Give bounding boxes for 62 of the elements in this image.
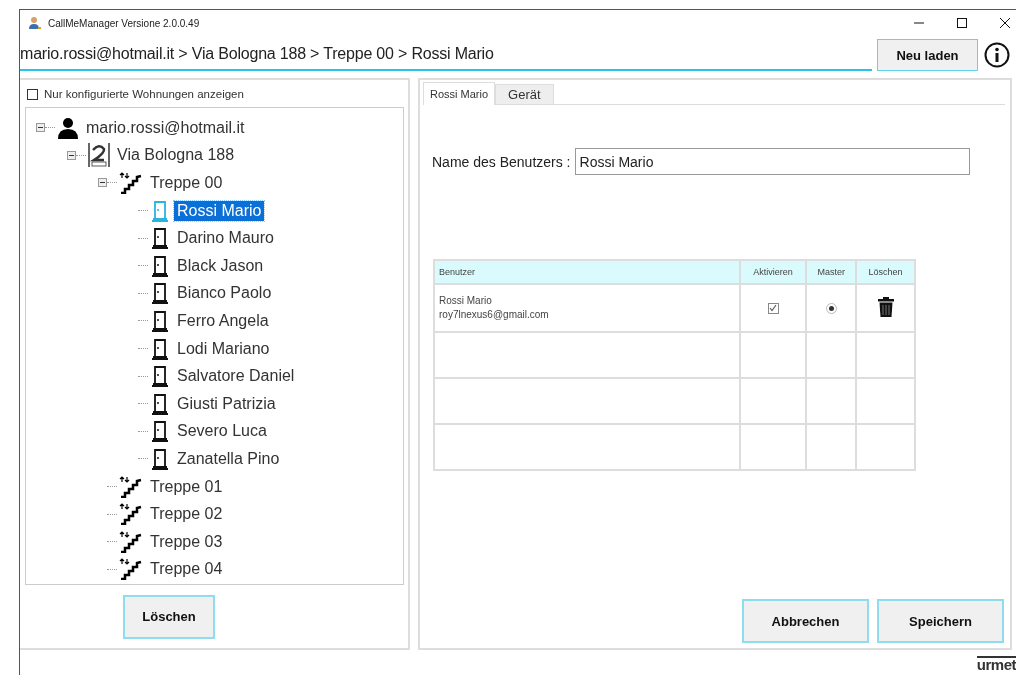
maximize-icon[interactable] [957, 18, 967, 28]
tree-item[interactable]: Ferro Angela [174, 310, 272, 331]
tree-item[interactable]: mario.rossi@hotmail.it [83, 117, 248, 138]
user-name: Rossi Mario [439, 294, 493, 308]
tab[interactable]: Gerät [495, 84, 554, 104]
delete-button[interactable]: Löschen [123, 594, 215, 639]
door-icon [150, 254, 170, 277]
stairs-icon [119, 503, 143, 526]
tree-item[interactable]: Salvatore Daniel [174, 366, 298, 387]
brand-logo: urmet [976, 656, 1016, 672]
column-header: Löschen [856, 260, 915, 284]
column-header: Benutzer [434, 260, 740, 284]
stairs-icon [119, 172, 143, 194]
tree-item[interactable]: Giusti Patrizia [174, 393, 279, 414]
field-label: Name des Benutzers : [432, 153, 571, 170]
stairs-icon [119, 475, 143, 498]
breadcrumb: mario.rossi@hotmail.it > Via Bologna 188 > Treppe 00 > Rossi Mario [20, 39, 872, 71]
info-icon[interactable] [984, 42, 1010, 68]
intercom-logo-icon [88, 142, 110, 169]
person-icon [57, 116, 79, 139]
reload-button[interactable]: Neu laden [877, 39, 978, 71]
tree-item[interactable]: Rossi Mario [174, 200, 265, 221]
user-email: roy7lnexus6@gmail.com [439, 308, 550, 322]
collapse-toggle[interactable] [36, 123, 45, 133]
tree-item[interactable]: Treppe 01 [147, 476, 226, 497]
activate-checkbox[interactable] [767, 302, 779, 314]
door-icon [150, 447, 170, 470]
collapse-toggle[interactable] [98, 178, 107, 188]
door-icon [150, 365, 170, 388]
tree-item[interactable]: Treppe 03 [147, 531, 226, 552]
stairs-icon [119, 530, 143, 553]
filter-label: Nur konfigurierte Wohnungen anzeigen [44, 88, 244, 100]
tree-item[interactable]: Lodi Mariano [174, 338, 273, 359]
door-icon [150, 309, 170, 332]
door-icon [150, 337, 170, 360]
tree-item[interactable]: Via Bologna 188 [114, 145, 238, 166]
app-icon [28, 16, 42, 30]
collapse-toggle[interactable] [67, 150, 76, 160]
cancel-button[interactable]: Abbrechen [742, 599, 869, 643]
save-button[interactable]: Speichern [877, 599, 1004, 643]
door-icon [150, 392, 170, 415]
window-title: CallMeManager Versione 2.0.0.49 [48, 17, 200, 29]
stairs-icon [119, 558, 143, 581]
tree-item[interactable]: Darino Mauro [174, 228, 277, 249]
column-header: Master [806, 260, 857, 284]
checkbox[interactable] [27, 88, 38, 100]
trash-icon[interactable] [877, 297, 894, 317]
door-icon [150, 227, 170, 250]
tree-item[interactable]: Zanatella Pino [174, 448, 283, 469]
tab[interactable]: Rossi Mario [423, 82, 496, 105]
close-icon[interactable] [1000, 18, 1010, 28]
door-icon [150, 282, 170, 305]
tree-item[interactable]: Treppe 04 [147, 559, 226, 580]
tree-item[interactable]: Treppe 00 [147, 173, 226, 193]
name-input-field[interactable]: Rossi Mario [574, 148, 970, 175]
tree-item[interactable]: Treppe 02 [147, 504, 226, 525]
tree-item[interactable]: Black Jason [174, 255, 267, 276]
tree-item[interactable]: Bianco Paolo [174, 283, 275, 304]
door-icon [150, 199, 170, 222]
tree-item[interactable]: Severo Luca [174, 421, 270, 442]
column-header: Aktivieren [740, 260, 807, 284]
door-icon [150, 420, 170, 443]
